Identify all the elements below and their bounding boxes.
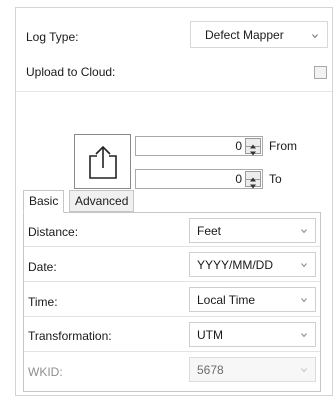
to-input[interactable]: 0 xyxy=(135,169,263,189)
upload-icon xyxy=(89,145,117,179)
chevron-down-icon xyxy=(312,34,318,39)
wkid-label: WKID: xyxy=(28,365,63,379)
wkid-value: 5678 xyxy=(197,363,224,377)
from-value: 0 xyxy=(235,139,242,153)
chevron-down-icon xyxy=(301,368,307,373)
divider xyxy=(24,281,320,282)
transformation-value: UTM xyxy=(197,328,223,342)
chevron-down-icon xyxy=(301,333,307,338)
to-spinner[interactable] xyxy=(245,171,261,189)
divider xyxy=(24,316,320,317)
distance-label: Distance: xyxy=(28,225,79,239)
from-label: From xyxy=(269,139,297,153)
log-type-value: Defect Mapper xyxy=(205,28,284,42)
to-label: To xyxy=(269,172,282,186)
upload-cloud-checkbox[interactable] xyxy=(314,66,327,79)
date-label: Date: xyxy=(28,260,57,274)
time-label: Time: xyxy=(28,295,58,309)
to-value: 0 xyxy=(235,172,242,186)
time-value: Local Time xyxy=(197,293,256,307)
chevron-down-icon xyxy=(301,298,307,303)
transformation-dropdown[interactable]: UTM xyxy=(189,322,316,347)
from-spinner[interactable] xyxy=(245,138,261,156)
tab-basic[interactable]: Basic xyxy=(23,190,65,213)
basic-tab-panel: Distance: Feet Date: YYYY/MM/DD Time: Lo… xyxy=(23,212,321,392)
time-dropdown[interactable]: Local Time xyxy=(189,287,316,312)
divider xyxy=(24,351,320,352)
settings-panel: Log Type: Defect Mapper Upload to Cloud:… xyxy=(15,7,333,396)
arrow-down-icon xyxy=(250,184,256,189)
log-type-dropdown[interactable]: Defect Mapper xyxy=(190,21,328,48)
spin-down-button[interactable] xyxy=(246,146,260,156)
arrow-down-icon xyxy=(250,151,256,156)
date-format-dropdown[interactable]: YYYY/MM/DD xyxy=(189,252,316,277)
wkid-dropdown: 5678 xyxy=(189,357,316,382)
distance-value: Feet xyxy=(197,224,222,238)
tab-advanced-label: Advanced xyxy=(75,194,129,208)
divider xyxy=(16,91,332,92)
spin-down-button[interactable] xyxy=(246,179,260,189)
distance-dropdown[interactable]: Feet xyxy=(189,218,316,243)
upload-button[interactable] xyxy=(74,134,131,189)
date-value: YYYY/MM/DD xyxy=(197,258,274,272)
tab-advanced[interactable]: Advanced xyxy=(69,190,135,212)
transformation-label: Transformation: xyxy=(28,329,112,343)
upload-cloud-label: Upload to Cloud: xyxy=(26,65,116,79)
divider xyxy=(24,246,320,247)
chevron-down-icon xyxy=(301,263,307,268)
tab-basic-label: Basic xyxy=(29,194,59,208)
log-type-label: Log Type: xyxy=(26,30,79,44)
from-input[interactable]: 0 xyxy=(135,136,263,156)
chevron-down-icon xyxy=(301,229,307,234)
